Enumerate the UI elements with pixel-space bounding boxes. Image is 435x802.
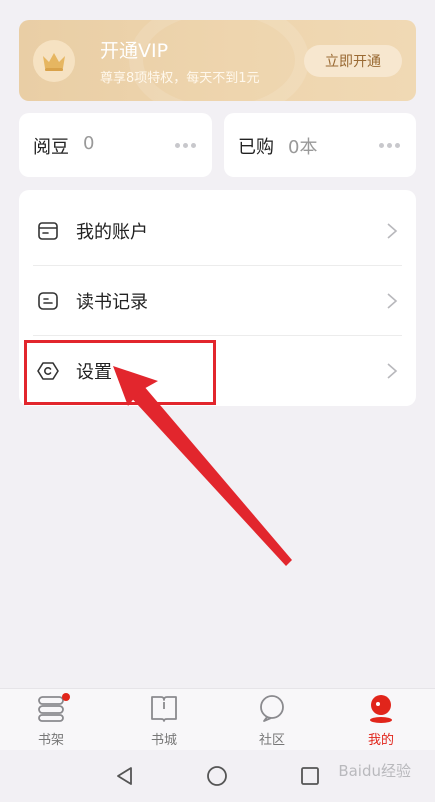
tab-label: 书城 bbox=[150, 733, 177, 748]
beans-label: 阅豆 bbox=[33, 137, 69, 158]
watermark: Baidu经验 bbox=[338, 762, 411, 780]
vip-title: 开通VIP bbox=[100, 40, 169, 62]
bottom-tab-bar: 书架 书城 社区 我的 bbox=[0, 688, 435, 750]
tab-bookshelf[interactable]: 书架 bbox=[11, 689, 91, 751]
tab-profile[interactable]: 我的 bbox=[341, 689, 421, 751]
purchased-card[interactable]: 已购 0本 bbox=[224, 113, 416, 177]
chevron-right-icon bbox=[387, 223, 398, 239]
purchased-label: 已购 bbox=[238, 137, 274, 158]
recent-apps-square-icon[interactable] bbox=[298, 764, 322, 788]
list-icon bbox=[38, 292, 58, 310]
menu-item-label: 我的账户 bbox=[76, 222, 148, 243]
back-triangle-icon[interactable] bbox=[113, 764, 137, 788]
beans-card[interactable]: 阅豆 0 bbox=[19, 113, 212, 177]
tab-label: 书架 bbox=[37, 733, 64, 748]
menu-item-reading-history[interactable]: 读书记录 bbox=[19, 266, 416, 336]
tab-bookstore[interactable]: 书城 bbox=[124, 689, 204, 751]
vip-subtitle: 尊享8项特权，每天不到1元 bbox=[100, 71, 260, 86]
crown-icon bbox=[33, 40, 75, 82]
chevron-right-icon bbox=[387, 363, 398, 379]
vip-banner[interactable]: 开通VIP 尊享8项特权，每天不到1元 立即开通 bbox=[19, 20, 416, 101]
tab-label: 我的 bbox=[367, 733, 394, 748]
home-circle-icon[interactable] bbox=[205, 764, 229, 788]
community-icon bbox=[260, 695, 284, 722]
annotation-highlight-box bbox=[24, 340, 216, 405]
chevron-right-icon bbox=[387, 293, 398, 309]
more-dots-icon[interactable] bbox=[379, 143, 400, 148]
wallet-icon bbox=[38, 222, 58, 240]
beans-value: 0 bbox=[83, 133, 95, 154]
purchased-value: 0本 bbox=[288, 137, 318, 158]
menu-item-account[interactable]: 我的账户 bbox=[19, 196, 416, 266]
more-dots-icon[interactable] bbox=[175, 143, 196, 148]
tab-community[interactable]: 社区 bbox=[232, 689, 312, 751]
bookstore-icon bbox=[151, 696, 177, 722]
tab-label: 社区 bbox=[258, 733, 285, 748]
notification-dot bbox=[62, 693, 70, 701]
menu-item-label: 读书记录 bbox=[76, 292, 148, 313]
profile-icon bbox=[370, 695, 392, 723]
open-vip-button[interactable]: 立即开通 bbox=[304, 45, 402, 77]
